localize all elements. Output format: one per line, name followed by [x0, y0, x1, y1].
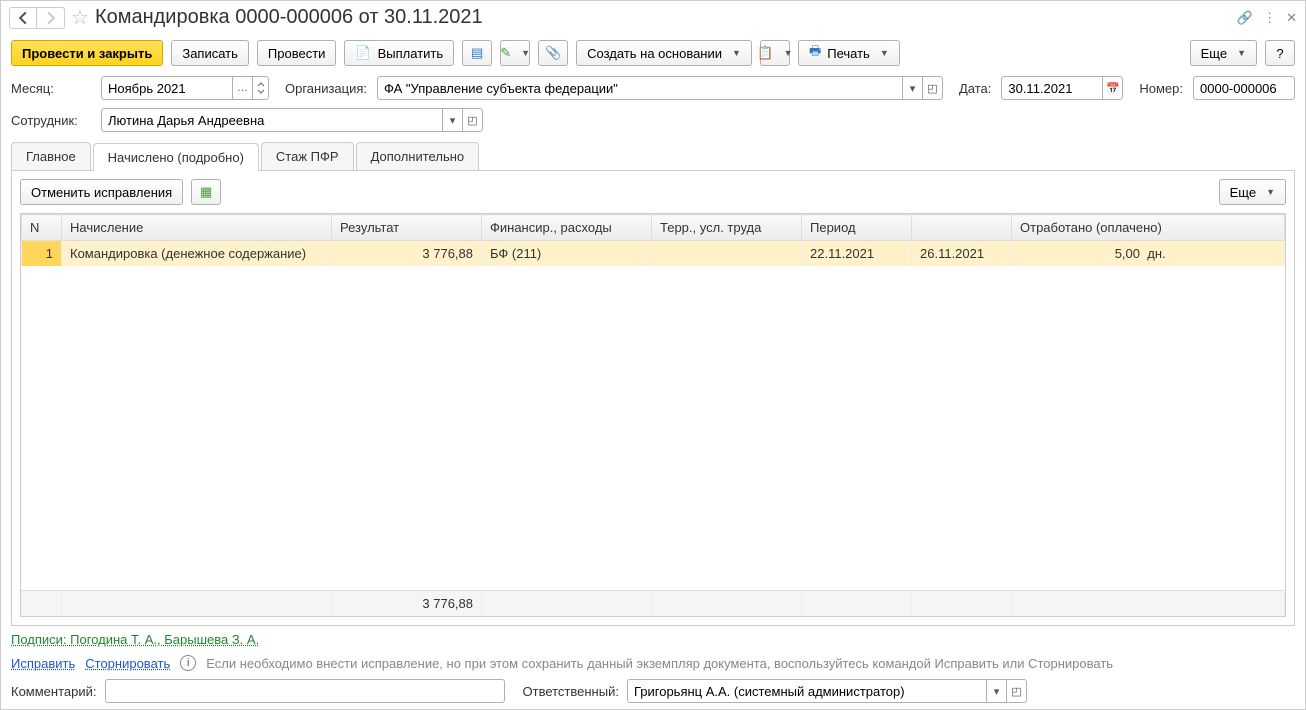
hint-text: Если необходимо внести исправление, но п… [206, 656, 1113, 671]
month-input[interactable]: … [101, 76, 269, 100]
post-button[interactable]: Провести [257, 40, 337, 66]
attach-icon-button[interactable]: 📎 [538, 40, 568, 66]
comment-input[interactable] [105, 679, 505, 703]
org-input[interactable]: ▾ ◰ [377, 76, 943, 100]
tab-main[interactable]: Главное [11, 142, 91, 170]
more-button[interactable]: Еще▼ [1190, 40, 1257, 66]
org-dropdown[interactable]: ▾ [902, 77, 922, 99]
month-label: Месяц: [11, 81, 91, 96]
col-period[interactable]: Период [802, 215, 912, 241]
employee-input[interactable]: ▾ ◰ [101, 108, 483, 132]
responsible-open[interactable]: ◰ [1006, 680, 1026, 702]
table-row[interactable]: 1 Командировка (денежное содержание) 3 7… [22, 241, 1285, 266]
money-icon: 📄 [355, 45, 371, 61]
employee-dropdown[interactable]: ▾ [442, 109, 462, 131]
info-icon: i [180, 655, 196, 671]
document-icon-button[interactable]: ▤ [462, 40, 492, 66]
forward-button[interactable] [37, 7, 65, 29]
help-button[interactable]: ? [1265, 40, 1295, 66]
tab-extra[interactable]: Дополнительно [356, 142, 480, 170]
accruals-grid[interactable]: N Начисление Результат Финансир., расход… [20, 213, 1286, 617]
save-button[interactable]: Записать [171, 40, 249, 66]
col-period-end[interactable] [912, 215, 1012, 241]
window-title: Командировка 0000-000006 от 30.11.2021 [95, 6, 1231, 29]
col-accrual[interactable]: Начисление [62, 215, 332, 241]
responsible-input[interactable]: ▾ ◰ [627, 679, 1027, 703]
close-icon[interactable]: ✕ [1286, 10, 1297, 26]
pencil-icon: ✎ [500, 45, 511, 61]
copy-doc-button[interactable]: 📋▼ [760, 40, 790, 66]
number-label: Номер: [1139, 81, 1183, 96]
comment-label: Комментарий: [11, 684, 97, 699]
col-fin[interactable]: Финансир., расходы [482, 215, 652, 241]
responsible-dropdown[interactable]: ▾ [986, 680, 1006, 702]
tab-pfr[interactable]: Стаж ПФР [261, 142, 354, 170]
employee-label: Сотрудник: [11, 113, 91, 128]
employee-open[interactable]: ◰ [462, 109, 482, 131]
fix-link[interactable]: Исправить [11, 656, 75, 671]
copy-icon: 📋 [757, 45, 773, 61]
paperclip-icon: 📎 [545, 45, 561, 61]
favorite-star-icon[interactable]: ☆ [71, 5, 89, 30]
col-terr[interactable]: Терр., усл. труда [652, 215, 802, 241]
print-button[interactable]: 🖶Печать▼ [798, 40, 900, 66]
back-button[interactable] [9, 7, 37, 29]
grid-settings-button[interactable]: ▦ [191, 179, 221, 205]
col-result[interactable]: Результат [332, 215, 482, 241]
pay-button[interactable]: 📄Выплатить [344, 40, 454, 66]
month-select-icon[interactable]: … [232, 77, 252, 99]
kebab-menu-icon[interactable]: ⋮ [1263, 10, 1276, 26]
storno-link[interactable]: Сторнировать [85, 656, 170, 671]
tab-accrued[interactable]: Начислено (подробно) [93, 143, 259, 171]
grid-icon: ▦ [200, 184, 212, 200]
date-label: Дата: [959, 81, 991, 96]
edit-icon-button[interactable]: ✎▼ [500, 40, 530, 66]
calendar-icon[interactable]: 📅 [1102, 77, 1122, 99]
number-input[interactable] [1193, 76, 1295, 100]
org-open[interactable]: ◰ [922, 77, 942, 99]
month-spinner[interactable] [252, 77, 268, 99]
col-n[interactable]: N [22, 215, 62, 241]
col-worked[interactable]: Отработано (оплачено) [1012, 215, 1285, 241]
post-and-close-button[interactable]: Провести и закрыть [11, 40, 163, 66]
grid-footer: 3 776,88 [21, 590, 1285, 616]
signatures-link[interactable]: Подписи: Погодина Т. А., Барышева З. А. [11, 632, 259, 647]
document-icon: ▤ [471, 45, 483, 61]
cancel-corrections-button[interactable]: Отменить исправления [20, 179, 183, 205]
responsible-label: Ответственный: [523, 684, 619, 699]
panel-more-button[interactable]: Еще▼ [1219, 179, 1286, 205]
create-based-on-button[interactable]: Создать на основании▼ [576, 40, 752, 66]
date-input[interactable]: 📅 [1001, 76, 1123, 100]
printer-icon: 🖶 [809, 42, 821, 64]
link-icon[interactable]: 🔗 [1237, 10, 1253, 26]
org-label: Организация: [285, 81, 367, 96]
